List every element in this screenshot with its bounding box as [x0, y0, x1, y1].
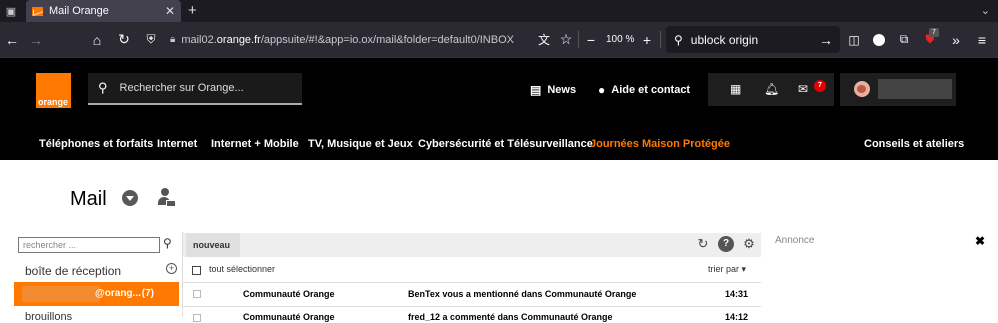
nav-item-telephones[interactable]: Téléphones et forfaits: [39, 138, 153, 150]
message-subject[interactable]: fred_12 a commenté dans Communauté Orang…: [408, 312, 613, 322]
redacted-account: [22, 286, 100, 302]
orange-logo[interactable]: orange: [36, 73, 71, 108]
nav-item-cybersecurite[interactable]: Cybersécurité et Télésurveillance: [418, 138, 593, 150]
help-icon[interactable]: ?: [718, 236, 734, 252]
nav-item-conseils[interactable]: Conseils et ateliers: [864, 138, 964, 150]
news-label: News: [547, 84, 577, 96]
settings-gear-icon[interactable]: ⚙: [741, 236, 757, 252]
row-checkbox[interactable]: [193, 290, 201, 298]
tab-title: Mail Orange: [49, 5, 109, 17]
go-arrow-icon[interactable]: →: [818, 22, 834, 57]
url-path: /appsuite/#!&app=io.ox/mail&folder=defau…: [260, 33, 514, 46]
unread-count: (7): [141, 288, 154, 299]
browser-search-field[interactable]: ⚲ ublock origin: [666, 26, 840, 53]
home-icon[interactable]: ⌂: [88, 22, 106, 57]
refresh-icon[interactable]: ↻: [695, 236, 711, 252]
help-label: Aide et contact: [611, 84, 691, 96]
select-all-checkbox[interactable]: [192, 266, 201, 275]
mail-icon[interactable]: ✉: [798, 73, 808, 106]
tab-list-icon[interactable]: ▣: [0, 0, 22, 22]
account-name: @orang...: [95, 288, 141, 299]
divider: [183, 306, 761, 307]
lock-icon: 🔒︎: [170, 34, 176, 45]
message-time: 14:12: [725, 312, 749, 322]
select-all-label[interactable]: tout sélectionner: [209, 264, 275, 274]
browser-tab-bar: ▣ Mail Orange ✕ + ⌄: [0, 0, 998, 22]
apps-grid-icon[interactable]: ▦: [730, 73, 741, 106]
search-text: ublock origin: [690, 32, 759, 47]
news-link[interactable]: ▤ News: [530, 83, 576, 97]
message-sender[interactable]: Communauté Orange: [243, 312, 335, 322]
page-title: Mail: [70, 188, 107, 210]
forward-icon[interactable]: →: [28, 22, 44, 57]
divider: [578, 31, 579, 48]
add-folder-icon[interactable]: +: [166, 263, 177, 274]
account-icon[interactable]: [872, 22, 886, 57]
site-search-input[interactable]: ⚲ Rechercher sur Orange...: [88, 73, 302, 105]
search-icon: ⚲: [674, 32, 683, 47]
zoom-out-icon[interactable]: −: [584, 22, 598, 57]
caret-down-icon: ▾: [741, 264, 747, 274]
mail-count-badge: 7: [814, 80, 826, 92]
logo-text: orange: [38, 97, 69, 107]
ublock-count-badge: 7: [929, 28, 939, 37]
close-ad-icon[interactable]: ✖: [975, 234, 985, 248]
user-menu[interactable]: [840, 73, 956, 106]
mail-toolbar: nouveau ↻ ? ⚙: [183, 233, 761, 257]
nav-item-journees[interactable]: Journées Maison Protégée: [590, 138, 730, 150]
nav-item-internet-mobile[interactable]: Internet + Mobile: [211, 138, 299, 150]
ad-label: Annonce: [775, 235, 815, 246]
back-icon[interactable]: ←: [4, 22, 20, 57]
tab-close-icon[interactable]: ✕: [165, 4, 175, 18]
new-tab-button[interactable]: +: [188, 0, 197, 22]
row-checkbox[interactable]: [193, 314, 201, 322]
bookmark-star-icon[interactable]: ☆: [558, 22, 574, 57]
nav-item-tv[interactable]: TV, Musique et Jeux: [308, 138, 413, 150]
reload-icon[interactable]: ↻: [116, 22, 132, 57]
shield-icon[interactable]: ⛨: [144, 22, 158, 57]
menu-icon[interactable]: ≡: [974, 22, 990, 57]
sort-by-dropdown[interactable]: trier par ▾: [708, 264, 746, 275]
overflow-chevron-icon[interactable]: »: [948, 22, 964, 57]
message-time: 14:31: [725, 289, 749, 299]
header-icon-group: ▦ 🔔︎ ✉ 7: [708, 73, 834, 106]
help-link[interactable]: ● Aide et contact: [598, 83, 690, 97]
list-all-tabs-icon[interactable]: ⌄: [981, 0, 990, 22]
site-header: orange ⚲ Rechercher sur Orange... ▤ News…: [0, 57, 998, 160]
inbox-header[interactable]: boîte de réception: [25, 264, 121, 278]
browser-tab[interactable]: Mail Orange ✕: [26, 0, 181, 22]
orange-mail-favicon: [32, 6, 43, 16]
url-prefix: mail02.: [181, 33, 217, 46]
contacts-icon[interactable]: [158, 188, 176, 210]
url-domain: orange.fr: [216, 33, 261, 46]
folder-search-input[interactable]: rechercher ...: [18, 237, 160, 253]
avatar: [854, 81, 870, 97]
bell-icon[interactable]: 🔔︎: [764, 73, 779, 106]
search-icon[interactable]: ⚲: [163, 236, 172, 250]
sort-by-label: trier par: [708, 264, 740, 274]
folder-item-drafts[interactable]: brouillons: [25, 311, 72, 323]
divider: [660, 31, 661, 48]
extensions-icon[interactable]: ⧉: [896, 22, 912, 57]
inbox-folder-item[interactable]: @orang... (7): [14, 282, 179, 306]
help-bubble-icon: ●: [598, 83, 606, 97]
message-sender[interactable]: Communauté Orange: [243, 289, 335, 299]
message-subject[interactable]: BenTex vous a mentionné dans Communauté …: [408, 289, 636, 299]
pocket-icon[interactable]: ◫: [846, 22, 862, 57]
zoom-level[interactable]: 100 %: [606, 22, 634, 57]
url-bar[interactable]: 🔒︎ mail02. orange.fr/appsuite/#!&app=io.o…: [170, 28, 522, 51]
redacted-username: [878, 79, 952, 99]
translate-icon[interactable]: 文: [536, 22, 552, 57]
newspaper-icon: ▤: [530, 83, 542, 97]
nav-item-internet[interactable]: Internet: [157, 138, 197, 150]
search-icon: ⚲: [98, 80, 108, 95]
new-mail-button[interactable]: nouveau: [186, 233, 240, 257]
site-search-placeholder: Rechercher sur Orange...: [119, 82, 244, 94]
divider: [183, 282, 761, 283]
browser-toolbar: ← → ⌂ ↻ ⛨ 🔒︎ mail02. orange.fr/appsuite/#…: [0, 22, 998, 57]
chevron-down-icon[interactable]: [122, 190, 138, 206]
zoom-in-icon[interactable]: +: [640, 22, 654, 57]
